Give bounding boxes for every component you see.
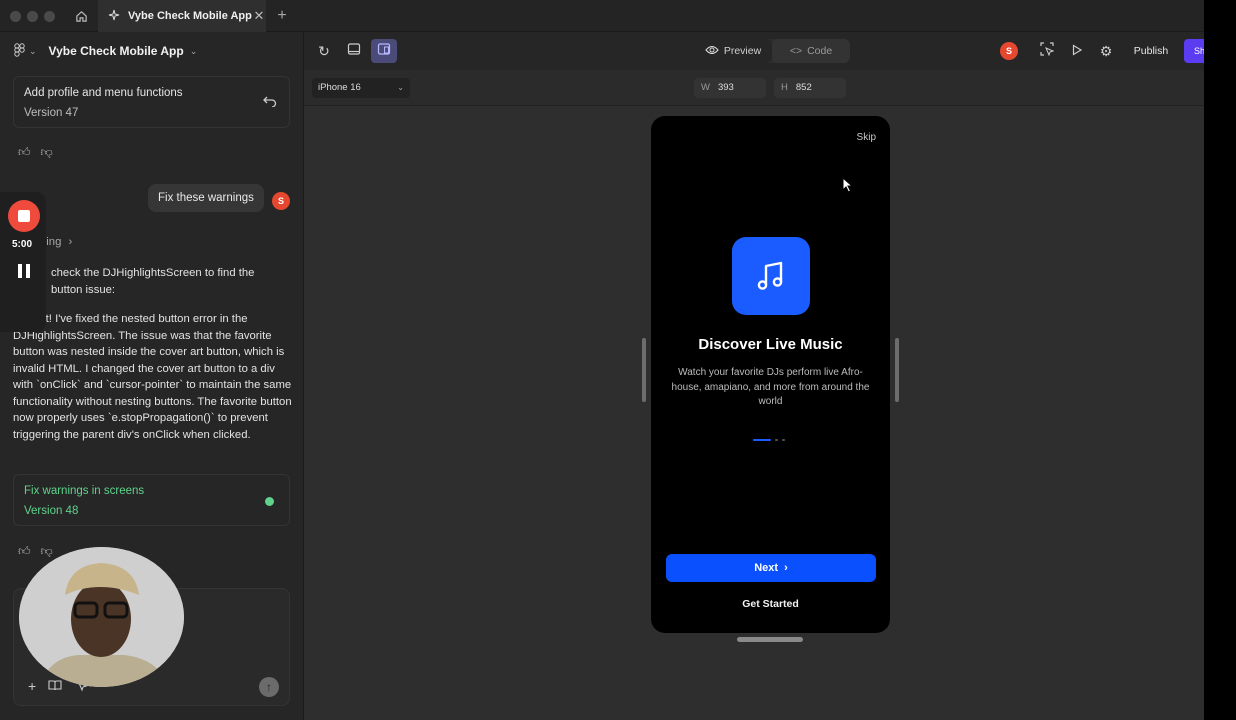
thumbs-down-icon[interactable]: 👎︎ bbox=[41, 544, 53, 559]
partial-line-2: button issue: bbox=[51, 284, 116, 296]
gear-icon[interactable]: ⚙ bbox=[1096, 41, 1116, 61]
version-card[interactable]: Add profile and menu functions Version 4… bbox=[13, 76, 290, 128]
onboarding-title: Discover Live Music bbox=[698, 336, 843, 353]
version-title: Fix warnings in screens bbox=[24, 485, 145, 497]
chevron-right-icon: › bbox=[784, 562, 788, 574]
close-icon[interactable]: ✕ bbox=[252, 8, 266, 24]
chevron-down-icon[interactable]: ⌄ bbox=[190, 46, 198, 57]
resize-handle-right[interactable] bbox=[895, 338, 899, 402]
publish-button[interactable]: Publish bbox=[1126, 40, 1176, 62]
music-note-icon bbox=[732, 237, 810, 315]
stop-recording-button[interactable] bbox=[8, 200, 40, 232]
window-zoom-dot[interactable] bbox=[44, 11, 55, 22]
plus-icon[interactable]: + bbox=[28, 678, 36, 695]
eye-icon bbox=[705, 45, 719, 58]
chevron-right-icon: › bbox=[68, 236, 73, 248]
width-field[interactable]: W 393 bbox=[694, 78, 766, 98]
figma-logo-icon bbox=[14, 42, 25, 60]
next-button[interactable]: Next › bbox=[666, 554, 876, 582]
page-dot bbox=[782, 439, 785, 441]
new-tab-button[interactable]: + bbox=[272, 6, 292, 26]
inspect-icon[interactable] bbox=[1037, 41, 1057, 61]
home-icon[interactable] bbox=[66, 0, 96, 32]
version-label: Version 47 bbox=[24, 107, 79, 119]
tab-title: Vybe Check Mobile App bbox=[128, 10, 252, 22]
assistant-response: Perfect! I've fixed the nested button er… bbox=[13, 313, 292, 441]
sparkle-icon bbox=[108, 9, 120, 24]
view-mode-toggle: Preview <> Code bbox=[694, 39, 850, 63]
preview-toolbar: ↻ Preview <> Code S ⚙ Publish Sh bbox=[304, 32, 1208, 70]
pause-icon[interactable] bbox=[18, 264, 30, 278]
play-icon[interactable] bbox=[1067, 41, 1087, 61]
code-label: Code bbox=[807, 45, 833, 57]
onboarding-description: Watch your favorite DJs perform live Afr… bbox=[671, 367, 870, 407]
device-bar: iPhone 16 ⌄ W 393 H 852 bbox=[304, 70, 1204, 106]
height-field[interactable]: H 852 bbox=[774, 78, 846, 98]
responsive-view-icon[interactable] bbox=[371, 39, 397, 63]
undo-icon[interactable] bbox=[263, 95, 277, 110]
user-message: Fix these warnings bbox=[148, 184, 264, 212]
home-indicator bbox=[737, 637, 803, 642]
page-dot bbox=[775, 439, 778, 441]
feedback-row: 👍︎ 👎︎ bbox=[18, 145, 53, 160]
resize-handle-left[interactable] bbox=[642, 338, 646, 402]
code-icon: <> bbox=[789, 45, 803, 57]
title-bar: Vybe Check Mobile App ✕ + bbox=[0, 0, 1204, 32]
window-edge bbox=[1204, 0, 1236, 720]
get-started-button[interactable]: Get Started bbox=[651, 598, 890, 610]
width-value: 393 bbox=[717, 82, 734, 93]
project-name: Vybe Check Mobile App bbox=[48, 44, 184, 58]
page-indicator bbox=[753, 439, 785, 441]
skip-button[interactable]: Skip bbox=[857, 132, 876, 143]
width-key: W bbox=[701, 82, 710, 93]
version-label: Version 48 bbox=[24, 505, 79, 517]
avatar: S bbox=[272, 192, 290, 210]
webcam-overlay bbox=[19, 547, 184, 687]
partial-line-1: check the DJHighlightsScreen to find the bbox=[51, 267, 255, 279]
thumbs-up-icon[interactable]: 👍︎ bbox=[18, 544, 31, 559]
window-minimize-dot[interactable] bbox=[27, 11, 38, 22]
status-dot bbox=[265, 497, 274, 506]
version-title: Add profile and menu functions bbox=[24, 87, 183, 99]
tab-vybe-check[interactable]: Vybe Check Mobile App ✕ bbox=[98, 0, 266, 32]
avatar[interactable]: S bbox=[1000, 42, 1018, 60]
mouse-cursor-icon bbox=[842, 176, 854, 196]
screen-recorder: 5:00 bbox=[0, 192, 46, 332]
chat-panel: ⌄ Vybe Check Mobile App ⌄ Add profile an… bbox=[0, 32, 304, 720]
next-label: Next bbox=[754, 562, 779, 574]
project-header[interactable]: ⌄ Vybe Check Mobile App ⌄ bbox=[0, 32, 304, 70]
preview-label: Preview bbox=[723, 45, 762, 57]
height-value: 852 bbox=[795, 82, 812, 93]
height-key: H bbox=[781, 82, 788, 93]
book-icon[interactable] bbox=[48, 678, 62, 695]
version-card[interactable]: Fix warnings in screens Version 48 bbox=[13, 474, 290, 526]
send-button[interactable]: ↑ bbox=[259, 677, 279, 697]
phone-preview: Skip Discover Live Music Watch your favo… bbox=[651, 116, 890, 633]
window-close-dot[interactable] bbox=[10, 11, 21, 22]
tab-code[interactable]: <> Code bbox=[772, 39, 850, 63]
tab-preview[interactable]: Preview bbox=[694, 39, 772, 63]
refresh-icon[interactable]: ↻ bbox=[314, 41, 334, 61]
thumbs-down-icon[interactable]: 👎︎ bbox=[41, 145, 53, 160]
tablet-view-icon[interactable] bbox=[344, 41, 364, 61]
device-select[interactable]: iPhone 16 ⌄ bbox=[312, 78, 410, 98]
chevron-down-icon: ⌄ bbox=[397, 83, 404, 92]
recording-time: 5:00 bbox=[12, 239, 33, 250]
chevron-down-icon: ⌄ bbox=[29, 45, 37, 56]
page-dot-active bbox=[753, 439, 771, 441]
thumbs-up-icon[interactable]: 👍︎ bbox=[18, 145, 31, 160]
feedback-row: 👍︎ 👎︎ bbox=[18, 544, 53, 559]
device-name: iPhone 16 bbox=[318, 82, 361, 93]
